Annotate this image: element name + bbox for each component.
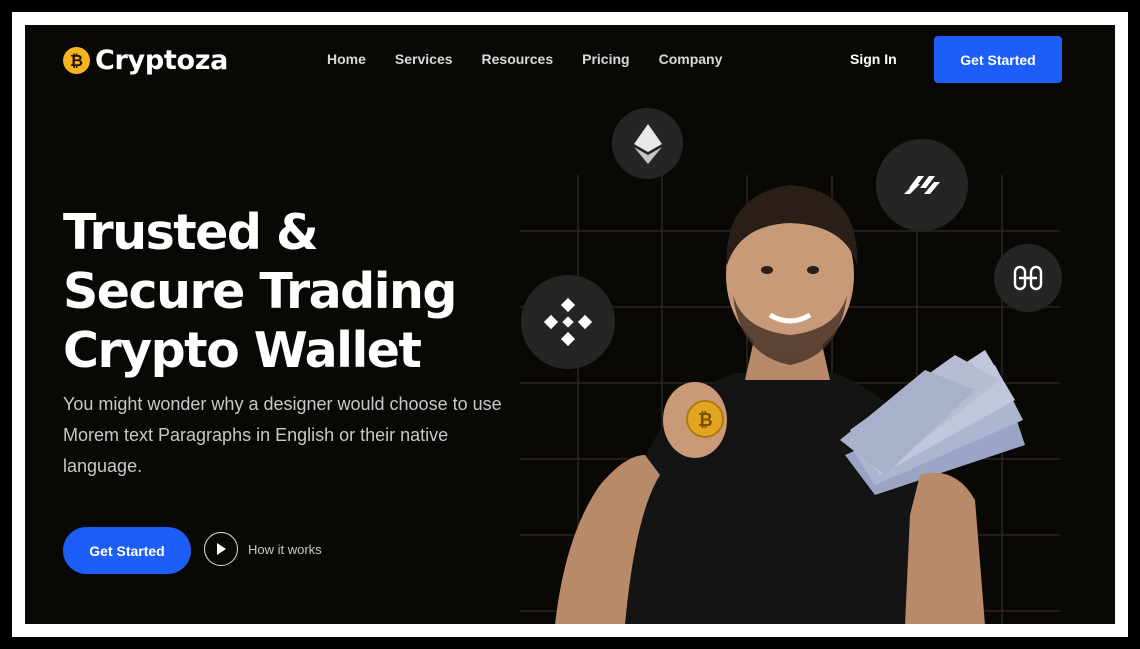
main-nav: Home Services Resources Pricing Company bbox=[327, 51, 751, 67]
ethereum-icon bbox=[612, 108, 683, 179]
hedera-icon bbox=[994, 244, 1062, 312]
landing-page: ₿ Cryptoza Home Services Resources Prici… bbox=[25, 25, 1115, 624]
get-started-button-header[interactable]: Get Started bbox=[934, 36, 1062, 83]
brand-name: Cryptoza bbox=[95, 45, 229, 76]
nav-item-pricing[interactable]: Pricing bbox=[582, 51, 629, 67]
bitcoin-icon: ₿ bbox=[63, 47, 90, 74]
hero-description: You might wonder why a designer would ch… bbox=[63, 394, 502, 476]
hero-title: Trusted & Secure Trading Crypto Wallet bbox=[63, 203, 523, 380]
brand-logo[interactable]: ₿ Cryptoza bbox=[63, 45, 228, 76]
play-icon[interactable] bbox=[204, 532, 238, 566]
nav-item-home[interactable]: Home bbox=[327, 51, 366, 67]
nav-item-services[interactable]: Services bbox=[395, 51, 453, 67]
hero-title-line-2: Secure Trading bbox=[63, 263, 458, 320]
get-started-button-hero[interactable]: Get Started bbox=[63, 527, 191, 574]
hero-title-line-1: Trusted & bbox=[63, 204, 319, 261]
sign-in-link[interactable]: Sign In bbox=[850, 51, 897, 67]
trader-photo: ₿ bbox=[555, 185, 1025, 624]
harmony-icon bbox=[876, 139, 968, 231]
how-it-works-label: How it works bbox=[248, 541, 322, 557]
nav-item-resources[interactable]: Resources bbox=[482, 51, 554, 67]
svg-text:₿: ₿ bbox=[698, 410, 713, 431]
binance-icon bbox=[521, 275, 615, 369]
how-it-works-link[interactable]: How it works bbox=[204, 532, 322, 566]
hero-title-line-3: Crypto Wallet bbox=[63, 322, 422, 379]
nav-item-company[interactable]: Company bbox=[659, 51, 723, 67]
